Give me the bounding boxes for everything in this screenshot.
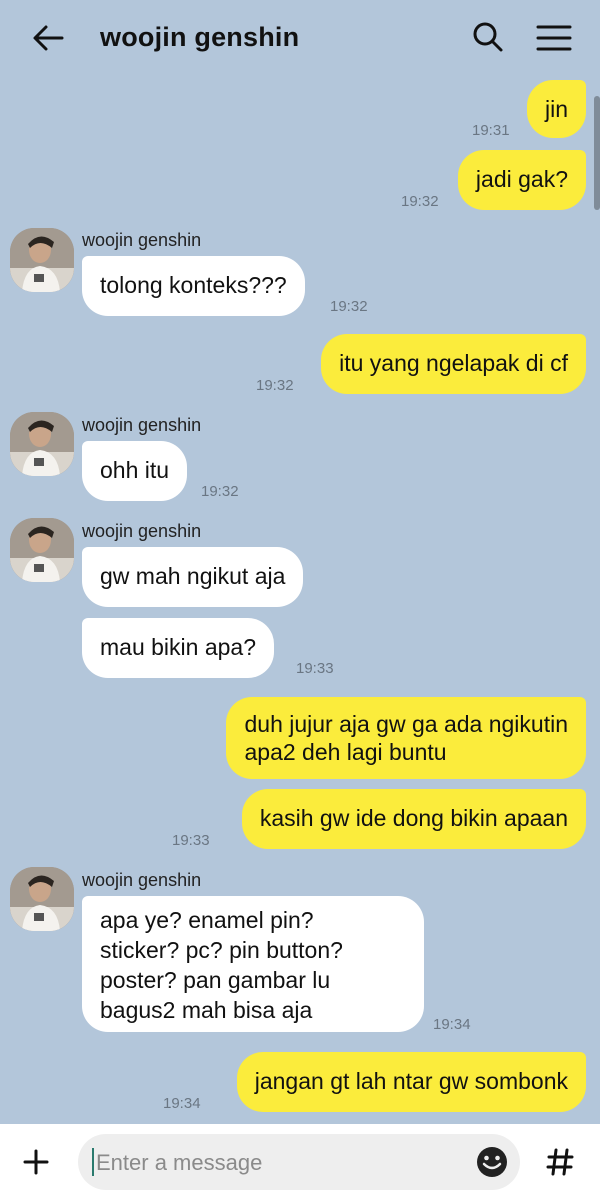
avatar[interactable]	[10, 228, 74, 292]
chat-header: woojin genshin	[0, 0, 600, 76]
avatar[interactable]	[10, 867, 74, 931]
message-time: 19:31	[472, 122, 510, 139]
message-bubble-incoming[interactable]: gw mah ngikut aja	[82, 547, 304, 607]
message-bubble-incoming[interactable]: tolong konteks???	[82, 256, 305, 316]
back-button[interactable]	[28, 18, 68, 58]
message-bubble-outgoing[interactable]: jadi gak?	[457, 150, 586, 210]
avatar[interactable]	[10, 412, 74, 476]
arrow-left-icon	[33, 25, 64, 51]
smiley-icon	[477, 1147, 507, 1177]
message-time: 19:34	[163, 1095, 201, 1112]
message-bubble-outgoing[interactable]: jin	[526, 80, 586, 138]
message-time: 19:32	[201, 483, 239, 500]
message-time: 19:33	[172, 832, 210, 849]
sender-name: woojin genshin	[82, 230, 202, 250]
chat-title: woojin genshin	[100, 22, 300, 52]
avatar-photo	[10, 412, 74, 476]
message-bubble-outgoing[interactable]: duh jujur aja gw ga ada ngikutin apa2 de…	[226, 697, 586, 779]
search-button[interactable]	[468, 18, 508, 58]
search-icon	[473, 22, 503, 52]
hamburger-menu-icon	[536, 25, 572, 51]
emoji-button[interactable]	[474, 1144, 510, 1180]
menu-button[interactable]	[534, 18, 574, 58]
hashtag-icon	[546, 1148, 574, 1176]
sender-name: woojin genshin	[82, 415, 202, 435]
plus-icon	[23, 1149, 49, 1175]
hashtag-button[interactable]	[540, 1142, 580, 1182]
message-bubble-outgoing[interactable]: itu yang ngelapak di cf	[321, 334, 586, 394]
message-input-wrapper	[78, 1134, 520, 1192]
sender-name: woojin genshin	[82, 870, 202, 890]
message-time: 19:32	[330, 298, 368, 315]
avatar-photo	[10, 867, 74, 931]
sender-name: woojin genshin	[82, 521, 202, 541]
message-bubble-outgoing[interactable]: kasih gw ide dong bikin apaan	[241, 789, 586, 849]
scrollbar-thumb[interactable]	[594, 96, 600, 210]
message-time: 19:32	[401, 193, 439, 210]
message-time: 19:34	[433, 1016, 471, 1033]
message-bubble-incoming[interactable]: apa ye? enamel pin? sticker? pc? pin but…	[82, 896, 424, 1032]
add-attachment-button[interactable]	[16, 1142, 56, 1182]
message-composer	[0, 1124, 600, 1200]
message-bubble-incoming[interactable]: ohh itu	[82, 441, 188, 501]
message-input[interactable]	[94, 1134, 458, 1192]
message-bubble-incoming[interactable]: mau bikin apa?	[82, 618, 274, 678]
message-time: 19:32	[256, 377, 294, 394]
message-bubble-outgoing[interactable]: jangan gt lah ntar gw sombonk	[236, 1052, 586, 1112]
avatar-photo	[10, 518, 74, 582]
avatar-photo	[10, 228, 74, 292]
avatar[interactable]	[10, 518, 74, 582]
message-time: 19:33	[296, 660, 334, 677]
